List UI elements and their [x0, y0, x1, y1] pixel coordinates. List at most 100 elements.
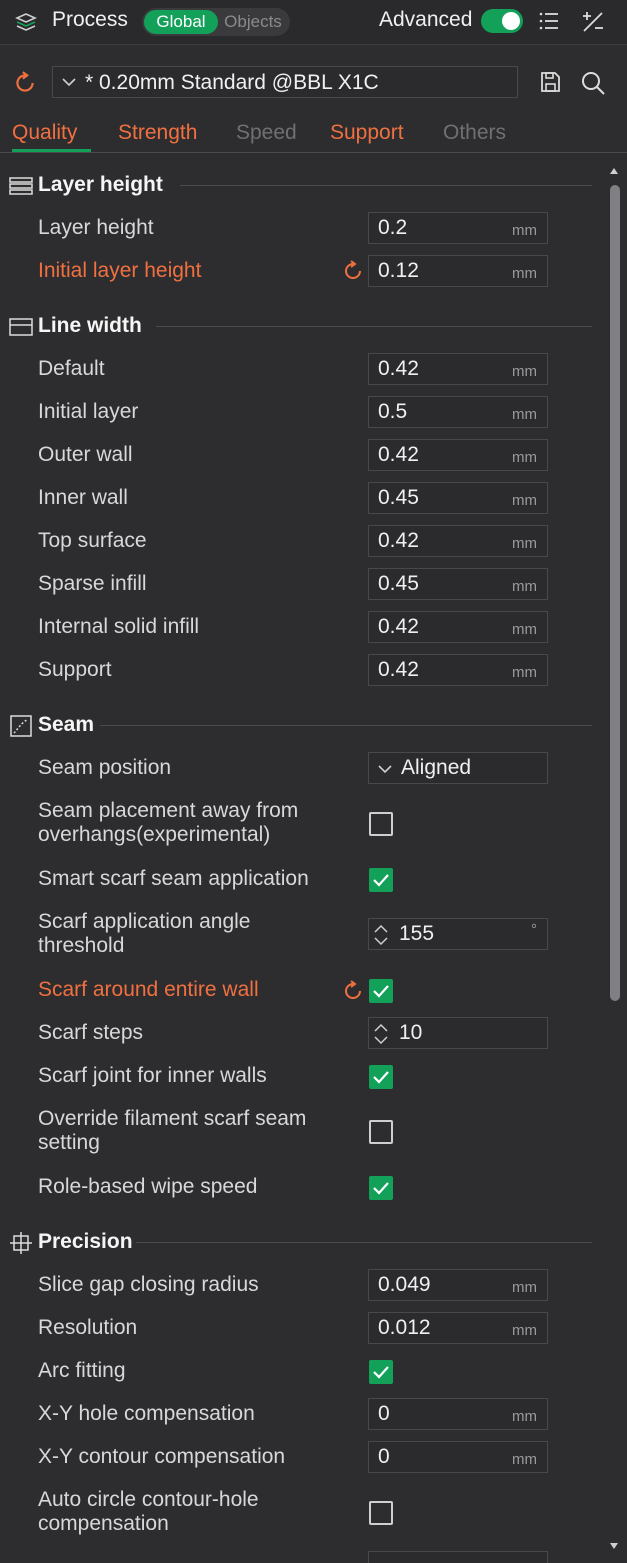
scarf-steps-spinner[interactable]: 10 [368, 1017, 548, 1049]
seam-position-dropdown[interactable]: Aligned [368, 752, 548, 784]
layer-height-label: Layer height [38, 216, 154, 239]
override-filament-label: Override filament scarf seam setting [38, 1107, 306, 1155]
field-value: 0.42 [378, 443, 419, 466]
field-value: 0.42 [378, 357, 419, 380]
mode-objects-button[interactable]: Objects [220, 10, 286, 34]
smart-scarf-label: Smart scarf seam application [38, 867, 309, 890]
tab-quality[interactable]: Quality [12, 121, 77, 145]
layer-height-input[interactable]: 0.2 mm [368, 212, 548, 244]
seam-position-label: Seam position [38, 756, 172, 779]
unit-label: mm [512, 1322, 537, 1339]
field-value: 0.049 [378, 1273, 431, 1296]
search-icon[interactable] [579, 69, 607, 97]
unit-label: mm [512, 1451, 537, 1468]
line-width-initial-layer-input[interactable]: 0.5 mm [368, 396, 548, 428]
scarf-steps-label: Scarf steps [38, 1021, 144, 1044]
tab-divider [0, 152, 627, 153]
line-width-internal-solid-infill-label: Internal solid infill [38, 615, 200, 638]
xy-hole-input[interactable]: 0 mm [368, 1398, 548, 1430]
unit-label: ° [531, 921, 537, 938]
scarf-entire-wall-checkbox[interactable] [369, 979, 393, 1003]
unit-label: mm [512, 535, 537, 552]
unit-label: mm [512, 449, 537, 466]
scroll-up-arrow-icon[interactable] [609, 166, 619, 176]
xy-contour-input[interactable]: 0 mm [368, 1441, 548, 1473]
tab-support[interactable]: Support [330, 121, 404, 145]
field-value: 0.45 [378, 486, 419, 509]
chevron-down-icon [62, 78, 76, 87]
advanced-toggle[interactable] [481, 9, 523, 33]
slice-gap-label: Slice gap closing radius [38, 1273, 259, 1296]
compare-presets-icon[interactable] [580, 9, 606, 35]
section-title-precision: Precision [38, 1230, 133, 1253]
line-width-internal-solid-infill-input[interactable]: 0.42 mm [368, 611, 548, 643]
line-width-support-input[interactable]: 0.42 mm [368, 654, 548, 686]
label-line: Seam placement away from [38, 799, 299, 822]
preset-dropdown[interactable]: * 0.20mm Standard @BBL X1C [52, 66, 518, 98]
reset-preset-icon[interactable] [12, 70, 38, 96]
xy-hole-label: X-Y hole compensation [38, 1402, 255, 1425]
section-divider [100, 725, 592, 726]
check-icon [373, 1366, 389, 1379]
scarf-inner-walls-label: Scarf joint for inner walls [38, 1064, 267, 1087]
line-width-inner-wall-input[interactable]: 0.45 mm [368, 482, 548, 514]
spinner-arrows-icon[interactable] [372, 1021, 390, 1047]
unit-label: mm [512, 222, 537, 239]
reset-value-icon[interactable] [341, 259, 365, 283]
section-divider [136, 1242, 592, 1243]
line-width-outer-wall-input[interactable]: 0.42 mm [368, 439, 548, 471]
arc-fitting-checkbox[interactable] [369, 1360, 393, 1384]
arc-fitting-label: Arc fitting [38, 1359, 126, 1382]
tab-speed[interactable]: Speed [236, 121, 297, 145]
scarf-inner-walls-checkbox[interactable] [369, 1065, 393, 1089]
line-width-default-input[interactable]: 0.42 mm [368, 353, 548, 385]
label-line: Scarf application angle [38, 910, 251, 933]
section-divider [180, 185, 592, 186]
unit-label: mm [512, 406, 537, 423]
line-width-sparse-infill-input[interactable]: 0.45 mm [368, 568, 548, 600]
field-value: 0.2 [378, 216, 408, 239]
tab-strength[interactable]: Strength [118, 121, 197, 145]
role-wipe-label: Role-based wipe speed [38, 1175, 258, 1198]
override-filament-checkbox[interactable] [369, 1120, 393, 1144]
field-value: 0.45 [378, 572, 419, 595]
scarf-angle-label: Scarf application angle threshold [38, 910, 250, 958]
check-icon [373, 874, 389, 887]
save-icon[interactable] [538, 70, 562, 94]
field-value: 0 [378, 1445, 390, 1468]
role-wipe-checkbox[interactable] [369, 1176, 393, 1200]
initial-layer-height-label: Initial layer height [38, 259, 202, 282]
process-layers-icon [15, 13, 37, 31]
tab-others[interactable]: Others [443, 121, 506, 145]
scarf-angle-spinner[interactable]: 155 ° [368, 918, 548, 950]
check-icon [373, 985, 389, 998]
section-title-layer-height: Layer height [38, 173, 163, 196]
auto-circle-checkbox[interactable] [369, 1501, 393, 1525]
xy-contour-label: X-Y contour compensation [38, 1445, 286, 1468]
unit-label: mm [512, 492, 537, 509]
field-value: 0 [378, 1402, 390, 1425]
scrollbar-thumb[interactable] [610, 185, 620, 1001]
label-line: compensation [38, 1512, 169, 1535]
spinner-arrows-icon[interactable] [372, 922, 390, 948]
slice-gap-input[interactable]: 0.049 mm [368, 1269, 548, 1301]
smart-scarf-checkbox[interactable] [369, 868, 393, 892]
resolution-input[interactable]: 0.012 mm [368, 1312, 548, 1344]
reset-value-icon[interactable] [341, 979, 365, 1003]
seam-away-overhangs-checkbox[interactable] [369, 812, 393, 836]
unit-label: mm [512, 664, 537, 681]
list-icon[interactable] [537, 9, 561, 33]
advanced-label: Advanced [379, 8, 473, 31]
field-value: 10 [399, 1021, 423, 1044]
section-title-line-width: Line width [38, 314, 142, 337]
line-width-top-surface-input[interactable]: 0.42 mm [368, 525, 548, 557]
line-width-icon [9, 318, 33, 336]
line-width-default-label: Default [38, 357, 105, 380]
initial-layer-height-input[interactable]: 0.12 mm [368, 255, 548, 287]
unit-label: mm [512, 578, 537, 595]
scroll-down-arrow-icon[interactable] [609, 1541, 619, 1551]
field-value: 0.12 [378, 259, 419, 282]
next-field-partial[interactable] [368, 1551, 548, 1563]
chevron-down-icon [378, 765, 392, 774]
mode-global-button[interactable]: Global [144, 10, 218, 34]
